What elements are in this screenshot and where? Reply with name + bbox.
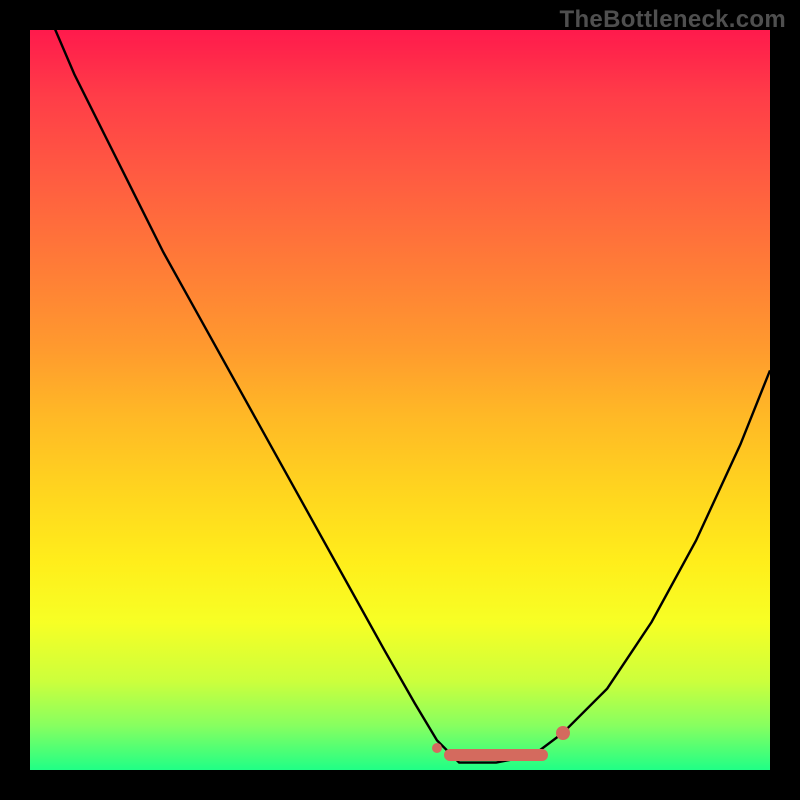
curve-path xyxy=(30,30,770,763)
plot-area xyxy=(30,30,770,770)
marker-start-dot xyxy=(432,743,442,753)
marker-end-dot xyxy=(556,726,570,740)
chart-frame: TheBottleneck.com xyxy=(0,0,800,800)
bottleneck-curve xyxy=(30,30,770,770)
marker-flat-bar xyxy=(444,749,548,761)
